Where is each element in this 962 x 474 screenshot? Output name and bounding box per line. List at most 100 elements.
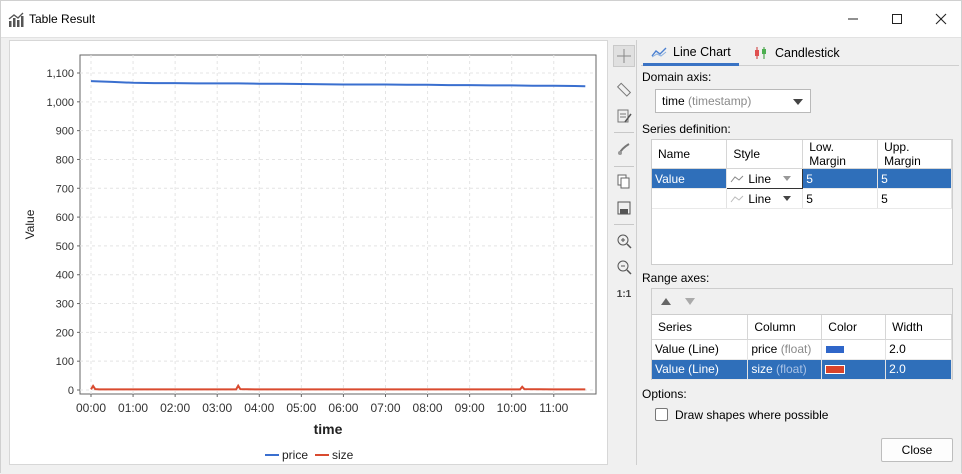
chart-panel[interactable]: 0 100 200 300 400 500 600 700 800 900 1,000 1,100 00… bbox=[9, 40, 608, 465]
range-axes-label: Range axes: bbox=[642, 271, 710, 285]
zoom-out-icon bbox=[617, 260, 632, 275]
series-definition-label: Series definition: bbox=[642, 122, 731, 136]
range-axes-table[interactable]: Series Column Color Width Value (Line) p… bbox=[652, 315, 952, 380]
column-cell[interactable]: price (float) bbox=[747, 339, 823, 360]
zoom-out-button[interactable] bbox=[613, 256, 635, 278]
color-swatch[interactable] bbox=[825, 365, 846, 375]
x-tick-label: 11:00 bbox=[539, 401, 568, 415]
close-button[interactable]: Close bbox=[881, 438, 953, 462]
tab-candlestick[interactable]: Candlestick bbox=[745, 40, 848, 66]
line-chart-icon bbox=[651, 47, 667, 57]
line-chart[interactable]: 0 100 200 300 400 500 600 700 800 900 1,000 1,100 00… bbox=[10, 41, 607, 464]
domain-axis-select[interactable]: time (timestamp) bbox=[655, 89, 811, 113]
y-tick-label: 1,000 bbox=[46, 97, 74, 109]
table-row[interactable]: Line 5 5 bbox=[652, 188, 952, 209]
copy-button[interactable] bbox=[613, 170, 635, 192]
style-select[interactable]: Line bbox=[726, 168, 804, 189]
one-to-one-button[interactable]: 1:1 bbox=[613, 283, 635, 305]
close-window-button[interactable] bbox=[919, 5, 962, 33]
low-margin-cell[interactable]: 5 bbox=[802, 168, 879, 189]
color-swatch[interactable] bbox=[825, 345, 846, 355]
minimize-icon bbox=[848, 18, 858, 20]
column-header[interactable]: Color bbox=[821, 315, 887, 340]
x-tick-label: 10:00 bbox=[497, 401, 527, 415]
range-axes-toolbar bbox=[652, 289, 952, 315]
range-axes-container: Series Column Color Width Value (Line) p… bbox=[651, 288, 953, 380]
column-header[interactable]: Upp. Margin bbox=[877, 140, 952, 169]
upp-margin-cell[interactable]: 5 bbox=[877, 188, 952, 209]
series-cell[interactable]: Value (Line) bbox=[652, 339, 749, 360]
column-header[interactable]: Low. Margin bbox=[802, 140, 879, 169]
brush-button[interactable] bbox=[613, 138, 635, 160]
column-header[interactable]: Series bbox=[652, 315, 749, 340]
series-definition-table[interactable]: Name Style Low. Margin Upp. Margin Value… bbox=[651, 139, 953, 265]
y-tick-label: 500 bbox=[56, 241, 74, 253]
x-tick-label: 05:00 bbox=[286, 401, 316, 415]
y-tick-label: 900 bbox=[56, 126, 74, 138]
minimize-button[interactable] bbox=[831, 5, 875, 33]
ruler-button[interactable] bbox=[613, 78, 635, 100]
domain-axis-type: (timestamp) bbox=[688, 94, 752, 108]
candlestick-icon bbox=[755, 47, 766, 59]
column-header[interactable]: Name bbox=[652, 140, 728, 169]
tab-label: Candlestick bbox=[775, 46, 840, 60]
tab-line-chart[interactable]: Line Chart bbox=[643, 40, 739, 66]
ruler-icon bbox=[616, 82, 632, 97]
maximize-icon bbox=[892, 14, 902, 24]
color-cell[interactable] bbox=[821, 359, 887, 380]
table-row[interactable]: Value (Line) size (float) 2.0 bbox=[652, 359, 952, 380]
legend-label[interactable]: size bbox=[332, 448, 354, 462]
window-title: Table Result bbox=[29, 12, 96, 26]
y-tick-label: 700 bbox=[56, 183, 74, 195]
table-row[interactable]: Value Line 5 5 bbox=[652, 168, 952, 189]
copy-icon bbox=[617, 174, 630, 189]
x-axis-title: time bbox=[314, 421, 343, 437]
window-body: 0 100 200 300 400 500 600 700 800 900 1,000 1,100 00… bbox=[1, 37, 961, 474]
upp-margin-cell[interactable]: 5 bbox=[877, 168, 952, 189]
zoom-in-button[interactable] bbox=[613, 230, 635, 252]
width-cell[interactable]: 2.0 bbox=[885, 359, 952, 380]
close-icon bbox=[935, 13, 947, 25]
crosshair-icon bbox=[617, 49, 631, 63]
color-cell[interactable] bbox=[821, 339, 887, 360]
style-value: Line bbox=[748, 191, 771, 206]
move-down-icon[interactable] bbox=[685, 298, 695, 305]
chart-app-icon bbox=[8, 12, 24, 27]
x-tick-label: 06:00 bbox=[328, 401, 358, 415]
edit-button[interactable] bbox=[613, 105, 635, 127]
plot-area[interactable] bbox=[79, 54, 597, 395]
y-tick-label: 600 bbox=[56, 212, 74, 224]
x-tick-label: 00:00 bbox=[76, 401, 106, 415]
table-row[interactable]: Value (Line) price (float) 2.0 bbox=[652, 339, 952, 360]
crosshair-button[interactable] bbox=[613, 45, 635, 67]
draw-shapes-checkbox[interactable] bbox=[655, 408, 668, 421]
move-up-icon[interactable] bbox=[661, 298, 671, 305]
low-margin-cell[interactable]: 5 bbox=[802, 188, 879, 209]
series-name-cell[interactable] bbox=[652, 188, 728, 209]
x-tick-label: 04:00 bbox=[244, 401, 274, 415]
y-tick-label: 300 bbox=[56, 299, 74, 311]
title-bar[interactable]: Table Result bbox=[1, 1, 961, 37]
column-header[interactable]: Style bbox=[726, 140, 804, 169]
save-icon bbox=[617, 201, 631, 215]
chevron-down-icon bbox=[783, 196, 791, 201]
column-header[interactable]: Column bbox=[747, 315, 823, 340]
save-button[interactable] bbox=[613, 197, 635, 219]
draw-shapes-label[interactable]: Draw shapes where possible bbox=[675, 408, 828, 422]
chevron-down-icon bbox=[783, 176, 791, 181]
column-name: size bbox=[751, 362, 773, 376]
x-tick-label: 08:00 bbox=[413, 401, 443, 415]
x-tick-label: 02:00 bbox=[160, 401, 190, 415]
width-cell[interactable]: 2.0 bbox=[885, 339, 952, 360]
edit-icon bbox=[617, 109, 632, 123]
maximize-button[interactable] bbox=[875, 5, 919, 33]
series-cell[interactable]: Value (Line) bbox=[652, 359, 749, 380]
column-header[interactable]: Width bbox=[885, 315, 952, 340]
domain-axis-label: Domain axis: bbox=[642, 70, 712, 84]
series-name-cell[interactable]: Value bbox=[652, 168, 728, 189]
legend-label[interactable]: price bbox=[282, 448, 308, 462]
chevron-down-icon bbox=[793, 99, 803, 105]
style-select[interactable]: Line bbox=[726, 188, 804, 209]
column-cell[interactable]: size (float) bbox=[747, 359, 823, 380]
chart-toolbar: 1:1 bbox=[611, 40, 637, 465]
